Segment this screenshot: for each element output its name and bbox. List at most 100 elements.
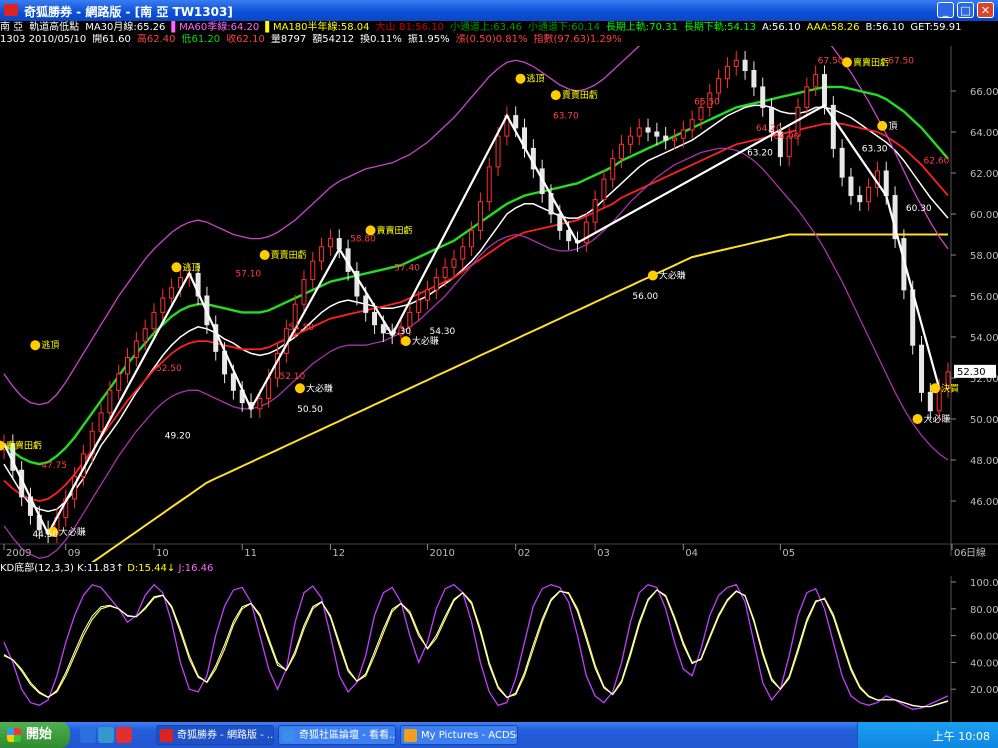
smiley-icon bbox=[171, 262, 182, 273]
close-button[interactable]: ✕ bbox=[977, 2, 994, 18]
chart-annotation: 56.00 bbox=[632, 292, 658, 302]
price-chart[interactable]: 46.0048.0050.0052.0054.0056.0058.0060.00… bbox=[0, 46, 998, 562]
chart-annotation: 逃頂 bbox=[182, 261, 200, 273]
kd-tick-label: 100.00 bbox=[970, 578, 998, 589]
indicator-item-11: AAA:58.26 bbox=[806, 22, 860, 33]
candle-body bbox=[327, 238, 333, 248]
kd-tick-label: 80.00 bbox=[970, 605, 998, 616]
chart-annotation: 決買 bbox=[941, 382, 959, 394]
chart-annotation: 大必賺 bbox=[659, 270, 686, 282]
chart-annotation: 52.50 bbox=[156, 364, 182, 374]
start-label: 開始 bbox=[26, 727, 53, 742]
candle-body bbox=[151, 311, 157, 330]
windows-logo-icon bbox=[7, 728, 21, 742]
start-button[interactable]: 開始 bbox=[0, 722, 70, 748]
chart-annotation: 逃頂 bbox=[527, 73, 545, 85]
x-axis-label: 日線 bbox=[966, 546, 986, 559]
task-app[interactable]: 奇狐勝券 - 網路版 - ... bbox=[156, 725, 274, 745]
candle-body bbox=[451, 258, 457, 268]
kd-tick-label: 20.00 bbox=[970, 685, 998, 696]
smiley-icon bbox=[259, 250, 270, 260]
taskbar: 開始 奇狐勝券 - 網路版 - ... 奇狐社區論壇 - 看看... My Pi… bbox=[0, 722, 998, 748]
acdsee-task-icon bbox=[404, 729, 417, 742]
quote-item-1: 開61.60 bbox=[92, 34, 131, 45]
candle-body bbox=[424, 289, 430, 301]
desktop-quicklaunch-icon[interactable] bbox=[98, 727, 114, 743]
candle-body bbox=[698, 106, 704, 121]
task-pictures-label: My Pictures - ACDSee... bbox=[421, 730, 517, 741]
chart-annotation: 62.60 bbox=[924, 157, 950, 167]
candle-body bbox=[142, 328, 148, 342]
task-forum[interactable]: 奇狐社區論壇 - 看看... bbox=[278, 725, 396, 745]
indicator-item-7: 小通道下:60.14 bbox=[527, 22, 600, 33]
x-tick-label: 2009 bbox=[6, 548, 31, 559]
x-tick-label: 2010 bbox=[429, 548, 454, 559]
quote-item-3: 低61.20 bbox=[181, 34, 221, 45]
candle-body bbox=[848, 176, 854, 197]
task-pictures[interactable]: My Pictures - ACDSee... bbox=[400, 725, 518, 745]
chart-annotation: 58.80 bbox=[350, 235, 376, 245]
y-tick-label: 64.00 bbox=[970, 128, 998, 139]
chart-annotation: 逃頂 bbox=[41, 339, 59, 351]
smiley-icon bbox=[294, 383, 305, 394]
x-tick-label: 02 bbox=[518, 548, 531, 559]
media-quicklaunch-icon[interactable] bbox=[116, 727, 132, 743]
chart-annotation: 頂 bbox=[888, 121, 897, 132]
y-tick-label: 58.00 bbox=[970, 251, 998, 262]
candle-body bbox=[919, 344, 925, 393]
y-tick-label: 48.00 bbox=[970, 456, 998, 467]
quote-bar: 1303 2010/05/10 開61.60 高62.40 低61.20 收62.10 量… bbox=[0, 34, 998, 46]
ie-quicklaunch-icon[interactable] bbox=[80, 727, 96, 743]
chart-annotation: 49.20 bbox=[165, 431, 191, 441]
chart-annotation: 64.00 bbox=[774, 132, 800, 142]
chart-background bbox=[0, 46, 998, 562]
chart-annotation: 54.30 bbox=[385, 327, 411, 337]
kd-tick-label: 40.00 bbox=[970, 658, 998, 669]
candle-body bbox=[813, 74, 819, 88]
x-tick-label: 12 bbox=[332, 548, 345, 559]
maximize-button[interactable]: □ bbox=[957, 2, 974, 18]
indicator-item-8: 長期上軌:70.31 bbox=[605, 22, 678, 33]
candle-body bbox=[98, 412, 104, 432]
x-tick-label: 06 bbox=[954, 548, 967, 559]
candle-body bbox=[160, 297, 166, 313]
kd-chart[interactable]: 100.00 80.00 60.00 40.00 20.00 bbox=[0, 576, 998, 722]
chart-annotation: 賣賣田虧 bbox=[853, 56, 889, 68]
quote-item-7: 換0.11% bbox=[360, 34, 402, 45]
candle-body bbox=[866, 186, 872, 203]
y-tick-label: 50.00 bbox=[970, 415, 998, 426]
candle-body bbox=[821, 74, 827, 106]
candle-body bbox=[372, 311, 378, 326]
candle-body bbox=[107, 389, 113, 414]
candle-body bbox=[310, 260, 316, 281]
smiley-icon bbox=[912, 414, 923, 424]
chart-annotation: 57.40 bbox=[394, 263, 420, 273]
minimize-button[interactable]: _ bbox=[937, 2, 954, 18]
candle-body bbox=[601, 178, 607, 201]
candle-body bbox=[557, 213, 563, 231]
x-tick-label: 05 bbox=[782, 548, 795, 559]
chart-annotation: 賣賣田虧 bbox=[6, 440, 42, 452]
candle-body bbox=[592, 199, 598, 223]
task-app-label: 奇狐勝券 - 網路版 - ... bbox=[177, 730, 274, 741]
system-tray: 上午 10:08 bbox=[857, 722, 998, 748]
x-tick-label: 11 bbox=[244, 548, 257, 559]
chart-annotation: 大必賺 bbox=[306, 382, 333, 394]
quote-item-2: 高62.40 bbox=[136, 34, 176, 45]
clock: 上午 10:08 bbox=[932, 730, 990, 743]
smiley-icon bbox=[400, 336, 411, 347]
browser-task-icon bbox=[282, 729, 295, 742]
y-tick-label: 54.00 bbox=[970, 333, 998, 344]
candle-body bbox=[133, 340, 139, 359]
x-tick-label: 03 bbox=[597, 548, 610, 559]
chart-annotation: 63.70 bbox=[553, 112, 579, 122]
chart-annotation: 賣賣田虧 bbox=[271, 249, 307, 261]
candle-body bbox=[645, 127, 651, 133]
chart-annotation: 54.30 bbox=[429, 327, 455, 337]
candle-body bbox=[319, 246, 325, 262]
indicator-bar: 南 亞軌道高低點 MA30月線:65.26 ▌MA60季線:64.20 ▌MA180半… bbox=[0, 21, 998, 34]
candle-body bbox=[566, 229, 572, 242]
candle-body bbox=[477, 201, 483, 231]
quote-item-10: 指數(97.63)1.29% bbox=[533, 34, 622, 45]
indicator-item-12: B:56.10 bbox=[865, 22, 905, 33]
